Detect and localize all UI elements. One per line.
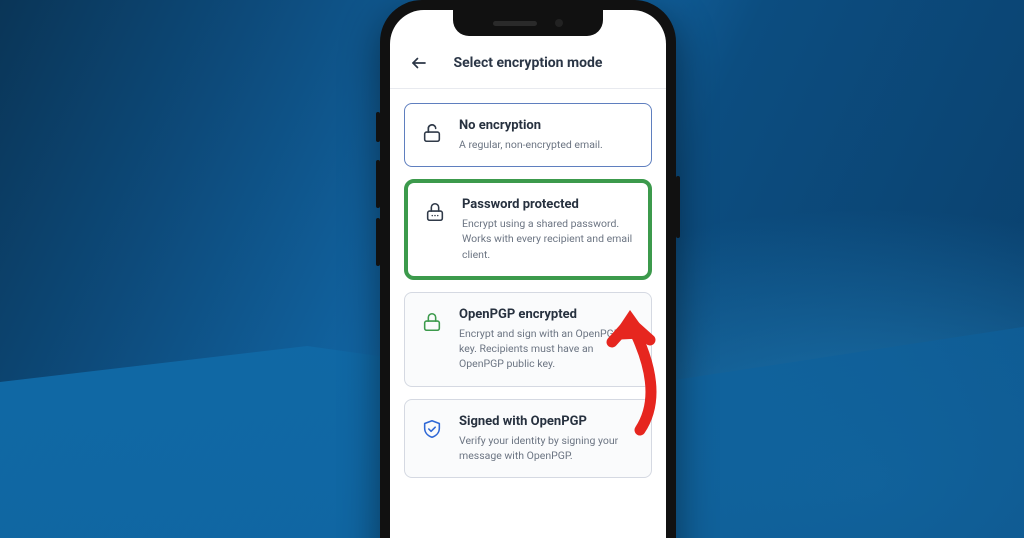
- phone-screen: Select encryption mode No encryption: [390, 10, 666, 538]
- option-title: Password protected: [462, 197, 634, 212]
- option-password-protected[interactable]: Password protected Encrypt using a share…: [404, 179, 652, 280]
- phone-side-button: [376, 112, 380, 142]
- option-subtitle: Verify your identity by signing your mes…: [459, 433, 637, 463]
- unlock-icon: [419, 120, 445, 146]
- lock-icon: [419, 309, 445, 335]
- phone-side-button: [676, 176, 680, 238]
- option-text: No encryption A regular, non-encrypted e…: [459, 118, 637, 152]
- option-title: OpenPGP encrypted: [459, 307, 637, 322]
- option-subtitle: Encrypt using a shared password. Works w…: [462, 216, 634, 262]
- phone-side-button: [376, 160, 380, 208]
- option-signed-openpgp[interactable]: Signed with OpenPGP Verify your identity…: [404, 399, 652, 478]
- background: Select encryption mode No encryption: [0, 0, 1024, 538]
- option-text: OpenPGP encrypted Encrypt and sign with …: [459, 307, 637, 372]
- option-subtitle: A regular, non-encrypted email.: [459, 137, 637, 152]
- lock-password-icon: [422, 199, 448, 225]
- option-title: No encryption: [459, 118, 637, 133]
- option-text: Password protected Encrypt using a share…: [462, 197, 634, 262]
- app-header: Select encryption mode: [390, 10, 666, 89]
- shield-check-icon: [419, 416, 445, 442]
- option-no-encryption[interactable]: No encryption A regular, non-encrypted e…: [404, 103, 652, 167]
- option-subtitle: Encrypt and sign with an OpenPGP key. Re…: [459, 326, 637, 372]
- encryption-options-list: No encryption A regular, non-encrypted e…: [390, 89, 666, 492]
- phone-side-button: [376, 218, 380, 266]
- option-title: Signed with OpenPGP: [459, 414, 637, 429]
- option-openpgp-encrypted[interactable]: OpenPGP encrypted Encrypt and sign with …: [404, 292, 652, 387]
- page-title: Select encryption mode: [408, 55, 648, 71]
- option-text: Signed with OpenPGP Verify your identity…: [459, 414, 637, 463]
- phone-frame: Select encryption mode No encryption: [380, 0, 676, 538]
